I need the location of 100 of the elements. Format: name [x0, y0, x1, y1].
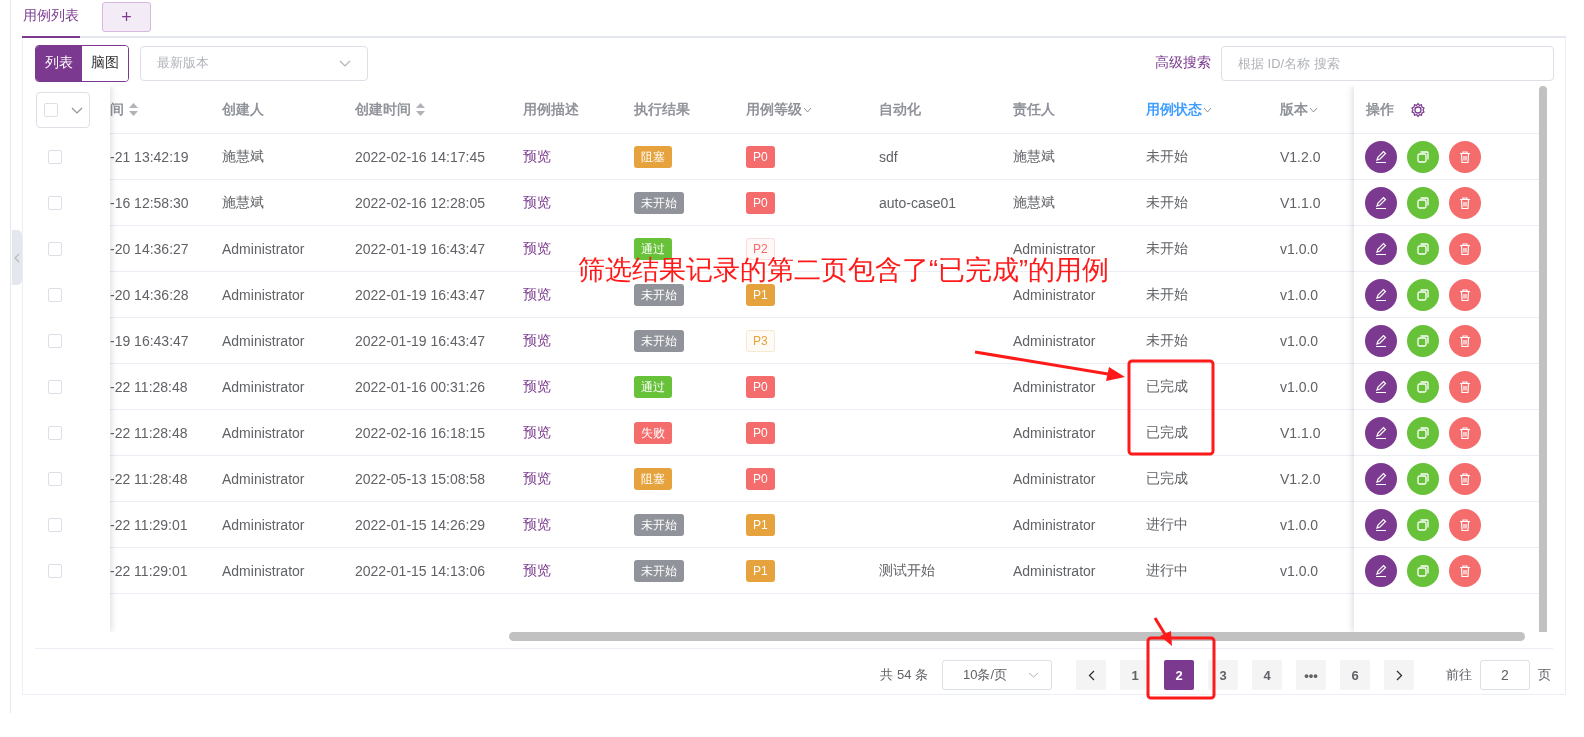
preview-link[interactable]: 预览	[523, 147, 551, 166]
settings-icon[interactable]	[1410, 101, 1426, 118]
table-cell: 施慧斌	[222, 193, 264, 212]
edit-button[interactable]	[1365, 278, 1397, 311]
delete-button[interactable]	[1449, 416, 1481, 449]
table-cell: sdf	[879, 148, 898, 165]
collapse-handle[interactable]	[12, 230, 22, 285]
delete-button[interactable]	[1449, 140, 1481, 173]
result-tag: 阻塞	[634, 145, 672, 168]
sort-icon[interactable]	[129, 103, 138, 116]
trash-icon	[1458, 471, 1472, 486]
vertical-scrollbar[interactable]	[1539, 86, 1547, 632]
edit-button[interactable]	[1365, 462, 1397, 495]
edit-button[interactable]	[1365, 186, 1397, 219]
edit-button[interactable]	[1365, 232, 1397, 265]
row-checkbox[interactable]	[48, 380, 62, 394]
edit-button[interactable]	[1365, 416, 1397, 449]
preview-link[interactable]: 预览	[523, 377, 551, 396]
preview-link[interactable]: 预览	[523, 239, 551, 258]
pen-icon	[1374, 195, 1388, 210]
previous-page-button[interactable]	[1076, 660, 1106, 690]
copy-button[interactable]	[1407, 232, 1439, 265]
table-cell: 已完成	[1146, 469, 1188, 488]
row-checkbox[interactable]	[48, 334, 62, 348]
pen-icon	[1374, 333, 1388, 348]
copy-button[interactable]	[1407, 416, 1439, 449]
preview-link[interactable]: 预览	[523, 285, 551, 304]
preview-link[interactable]: 预览	[523, 515, 551, 534]
row-checkbox[interactable]	[48, 564, 62, 578]
delete-button[interactable]	[1449, 186, 1481, 219]
row-checkbox[interactable]	[48, 196, 62, 210]
row-checkbox[interactable]	[48, 150, 62, 164]
copy-button[interactable]	[1407, 508, 1439, 541]
delete-button[interactable]	[1449, 508, 1481, 541]
page-button[interactable]: •••	[1296, 660, 1326, 690]
row-checkbox[interactable]	[48, 242, 62, 256]
page-size-select[interactable]: 10条/页	[942, 660, 1052, 690]
delete-button[interactable]	[1449, 462, 1481, 495]
table-cell: 施慧斌	[222, 147, 264, 166]
pen-icon	[1374, 425, 1388, 440]
table-cell: Administrator	[1013, 424, 1096, 441]
delete-button[interactable]	[1449, 370, 1481, 403]
result-tag: 失败	[634, 421, 672, 444]
row-checkbox[interactable]	[48, 472, 62, 486]
search-field[interactable]: 根据 ID/名称 搜索	[1221, 45, 1554, 81]
horizontal-scrollbar[interactable]	[509, 632, 1525, 641]
page-button[interactable]: 6	[1340, 660, 1370, 690]
page-button[interactable]: 3	[1208, 660, 1238, 690]
table-cell: Administrator	[1013, 332, 1096, 349]
copy-button[interactable]	[1407, 186, 1439, 219]
page-button[interactable]: 2	[1164, 660, 1194, 690]
delete-button[interactable]	[1449, 278, 1481, 311]
row-checkbox[interactable]	[48, 426, 62, 440]
chevron-down-icon[interactable]	[1309, 106, 1318, 113]
add-tab-button[interactable]: +	[102, 2, 151, 32]
preview-link[interactable]: 预览	[523, 331, 551, 350]
copy-button[interactable]	[1407, 370, 1439, 403]
copy-button[interactable]	[1407, 554, 1439, 587]
edit-button[interactable]	[1365, 370, 1397, 403]
copy-button[interactable]	[1407, 462, 1439, 495]
trash-icon	[1458, 195, 1472, 210]
table-cell: 施慧斌	[1013, 193, 1055, 212]
row-checkbox[interactable]	[48, 518, 62, 532]
copy-button[interactable]	[1407, 140, 1439, 173]
priority-tag: P0	[746, 421, 775, 444]
copy-button[interactable]	[1407, 278, 1439, 311]
advanced-search-link[interactable]: 高级搜索	[1155, 54, 1211, 72]
copy-button[interactable]	[1407, 324, 1439, 357]
pen-icon	[1374, 563, 1388, 578]
preview-link[interactable]: 预览	[523, 423, 551, 442]
result-tag: 未开始	[634, 283, 684, 306]
table-cell: 测试开始	[879, 561, 935, 580]
preview-link[interactable]: 预览	[523, 193, 551, 212]
page-button[interactable]: 4	[1252, 660, 1282, 690]
goto-page-field[interactable]: 2	[1480, 660, 1530, 690]
delete-button[interactable]	[1449, 554, 1481, 587]
delete-button[interactable]	[1449, 324, 1481, 357]
page-button[interactable]: 1	[1120, 660, 1150, 690]
table-cell: V1.2.0	[1280, 470, 1321, 487]
preview-link[interactable]: 预览	[523, 469, 551, 488]
row-checkbox[interactable]	[48, 288, 62, 302]
edit-button[interactable]	[1365, 508, 1397, 541]
preview-link[interactable]: 预览	[523, 561, 551, 580]
sort-icon[interactable]	[416, 103, 425, 116]
table-cell: -22 11:28:48	[110, 470, 188, 487]
table-cell: 未开始	[1146, 285, 1188, 304]
table-cell: 2022-05-13 15:08:58	[355, 470, 485, 487]
edit-button[interactable]	[1365, 324, 1397, 357]
select-all-dropdown[interactable]	[36, 92, 90, 128]
next-page-button[interactable]	[1384, 660, 1414, 690]
table-cell: Administrator	[1013, 562, 1096, 579]
chevron-down-icon[interactable]	[803, 106, 812, 113]
table-cell: v1.0.0	[1280, 240, 1319, 257]
tab[interactable]: 用例列表	[22, 0, 80, 38]
edit-button[interactable]	[1365, 554, 1397, 587]
view-toggle-button[interactable]: 列表	[36, 45, 82, 81]
chevron-down-icon[interactable]	[1203, 106, 1212, 113]
delete-button[interactable]	[1449, 232, 1481, 265]
chevron-down-icon	[70, 106, 83, 114]
edit-button[interactable]	[1365, 140, 1397, 173]
